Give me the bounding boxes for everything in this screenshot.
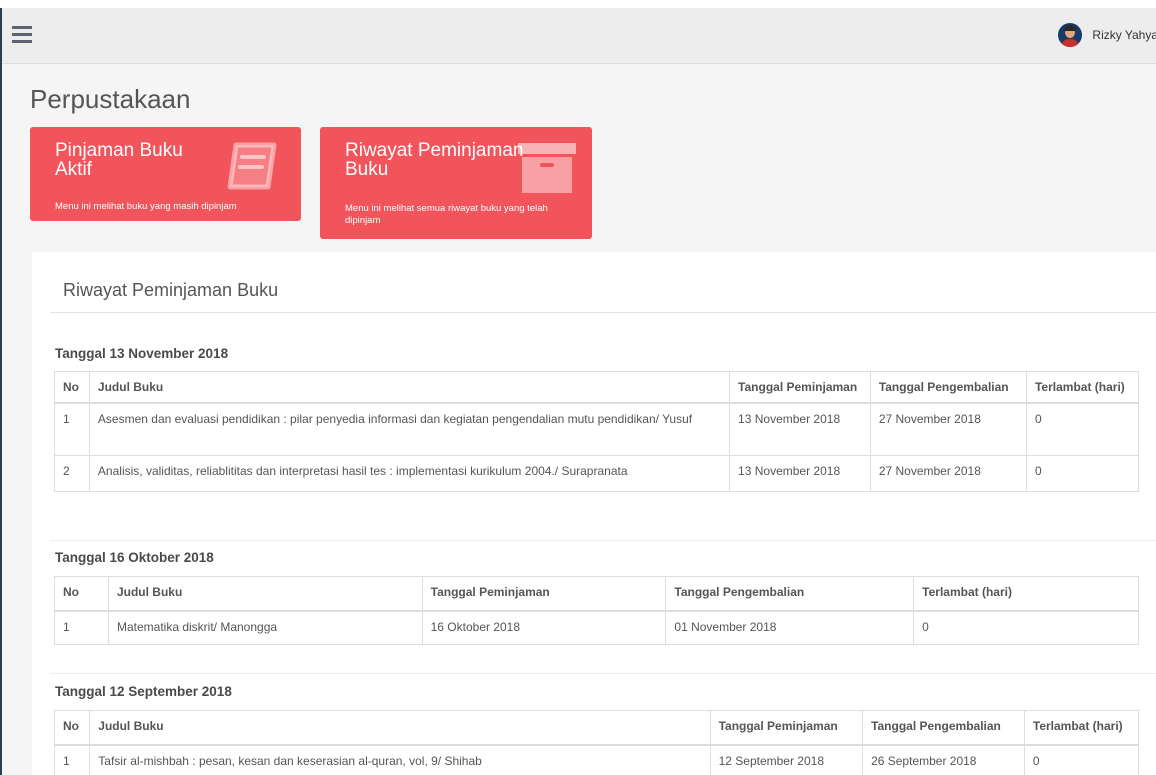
tile-title: Pinjaman Buku Aktif <box>55 140 183 180</box>
hamburger-menu-icon[interactable] <box>12 26 32 43</box>
cell-tanggal-pengembalian: 01 November 2018 <box>665 610 915 645</box>
divider <box>50 540 1156 541</box>
col-header-judul: Judul Buku <box>107 576 423 612</box>
user-menu[interactable]: Rizky Yahya <box>1058 22 1156 48</box>
cell-no: 1 <box>53 744 91 775</box>
cell-judul: Tafsir al-mishbah : pesan, kesan dan kes… <box>89 744 711 775</box>
tile-pinjaman-buku-aktif[interactable]: Pinjaman Buku Aktif Menu ini melihat buk… <box>30 127 301 221</box>
cell-no: 2 <box>54 454 90 492</box>
col-header-terlambat: Terlambat (hari) <box>1023 710 1140 746</box>
cell-tanggal-pengembalian: 27 November 2018 <box>869 402 1027 456</box>
table-row: 1 Asesmen dan evaluasi pendidikan : pila… <box>54 402 1140 456</box>
cell-no: 1 <box>54 610 109 645</box>
col-header-tanggal-pengembalian: Tanggal Pengembalian <box>869 371 1027 404</box>
col-header-tanggal-peminjaman: Tanggal Peminjaman <box>729 371 871 404</box>
col-header-judul: Judul Buku <box>88 371 731 404</box>
cell-terlambat: 0 <box>1025 402 1140 456</box>
tile-riwayat-peminjaman-buku[interactable]: Riwayat Peminjaman Buku Menu ini melihat… <box>320 127 592 239</box>
table-header-row: No Judul Buku Tanggal Peminjaman Tanggal… <box>54 371 1140 404</box>
divider <box>50 312 1156 313</box>
cell-judul: Asesmen dan evaluasi pendidikan : pilar … <box>88 402 731 456</box>
loan-table: No Judul Buku Tanggal Peminjaman Tanggal… <box>54 576 1139 645</box>
col-header-no: No <box>53 710 91 746</box>
cell-tanggal-peminjaman: 13 November 2018 <box>729 402 871 456</box>
panel-title: Riwayat Peminjaman Buku <box>63 280 279 300</box>
tile-title: Riwayat Peminjaman Buku <box>345 140 524 180</box>
table-header-row: No Judul Buku Tanggal Peminjaman Tanggal… <box>54 576 1139 612</box>
tile-description: Menu ini melihat buku yang masih dipinja… <box>55 201 237 212</box>
cell-tanggal-pengembalian: 27 November 2018 <box>869 454 1027 492</box>
cell-terlambat: 0 <box>913 610 1139 645</box>
col-header-tanggal-peminjaman: Tanggal Peminjaman <box>421 576 667 612</box>
col-header-terlambat: Terlambat (hari) <box>913 576 1139 612</box>
cell-judul: Analisis, validitas, reliablititas dan i… <box>88 454 731 492</box>
user-name[interactable]: Rizky Yahya <box>1092 28 1156 42</box>
cell-tanggal-peminjaman: 12 September 2018 <box>709 744 864 775</box>
group-date-title: Tanggal 12 September 2018 <box>55 684 232 699</box>
avatar[interactable] <box>1058 23 1083 47</box>
page-title: Perpustakaan <box>30 84 191 114</box>
top-navbar: Rizky Yahya <box>2 8 1156 64</box>
cell-judul: Matematika diskrit/ Manongga <box>107 610 423 645</box>
cell-terlambat: 0 <box>1023 744 1140 775</box>
col-header-judul: Judul Buku <box>89 710 711 746</box>
history-panel: Riwayat Peminjaman Buku Tanggal 13 Novem… <box>32 252 1156 775</box>
page-frame: Rizky Yahya Perpustakaan Pinjaman Buku A… <box>0 8 1156 775</box>
col-header-no: No <box>54 371 90 404</box>
table-row: 2 Analisis, validitas, reliablititas dan… <box>54 454 1140 492</box>
col-header-tanggal-pengembalian: Tanggal Pengembalian <box>665 576 915 612</box>
cell-tanggal-peminjaman: 16 Oktober 2018 <box>421 610 667 645</box>
loan-table: No Judul Buku Tanggal Peminjaman Tanggal… <box>53 710 1140 775</box>
book-icon <box>227 142 277 190</box>
group-date-title: Tanggal 16 Oktober 2018 <box>55 550 214 565</box>
group-date-title: Tanggal 13 November 2018 <box>55 346 229 361</box>
tile-description: Menu ini melihat semua riwayat buku yang… <box>345 203 548 226</box>
col-header-tanggal-pengembalian: Tanggal Pengembalian <box>862 710 1025 746</box>
table-row: 1 Tafsir al-mishbah : pesan, kesan dan k… <box>53 744 1140 775</box>
col-header-tanggal-peminjaman: Tanggal Peminjaman <box>709 710 864 746</box>
col-header-no: No <box>54 576 109 612</box>
table-header-row: No Judul Buku Tanggal Peminjaman Tanggal… <box>53 710 1140 746</box>
table-row: 1 Matematika diskrit/ Manongga 16 Oktobe… <box>54 610 1139 645</box>
cell-tanggal-pengembalian: 26 September 2018 <box>862 744 1025 775</box>
cell-tanggal-peminjaman: 13 November 2018 <box>729 454 871 492</box>
divider <box>50 673 1156 674</box>
cell-terlambat: 0 <box>1025 454 1140 492</box>
cell-no: 1 <box>54 402 90 456</box>
col-header-terlambat: Terlambat (hari) <box>1025 371 1140 404</box>
loan-table: No Judul Buku Tanggal Peminjaman Tanggal… <box>54 371 1140 492</box>
